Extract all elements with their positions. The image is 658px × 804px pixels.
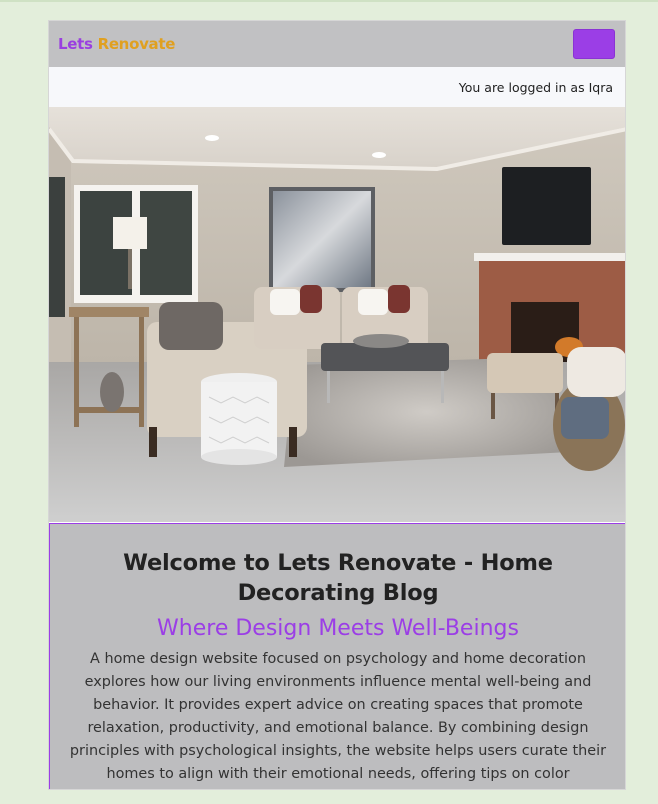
- hamburger-menu-icon[interactable]: [573, 29, 615, 59]
- hero-image: [49, 107, 625, 522]
- login-status-bar: You are logged in as Iqra: [49, 67, 625, 107]
- brand-name-part2: Renovate: [92, 35, 176, 53]
- welcome-title: Welcome to Lets Renovate - Home Decorati…: [123, 550, 553, 606]
- living-room-photo: [49, 107, 625, 522]
- page: Lets Renovate You are logged in as Iqra: [0, 0, 658, 804]
- brand-logo-link[interactable]: Lets Renovate: [58, 35, 175, 53]
- login-status-text: You are logged in as Iqra: [458, 79, 613, 95]
- welcome-description: A home design website focused on psychol…: [69, 651, 607, 782]
- welcome-subtitle: Where Design Meets Well-Beings: [157, 616, 519, 641]
- navbar: Lets Renovate: [49, 21, 625, 67]
- top-divider: [0, 0, 658, 2]
- welcome-section: Welcome to Lets Renovate - Home Decorati…: [49, 523, 625, 789]
- brand-name-part1: Lets: [58, 35, 93, 53]
- main-card: Lets Renovate You are logged in as Iqra: [48, 20, 626, 790]
